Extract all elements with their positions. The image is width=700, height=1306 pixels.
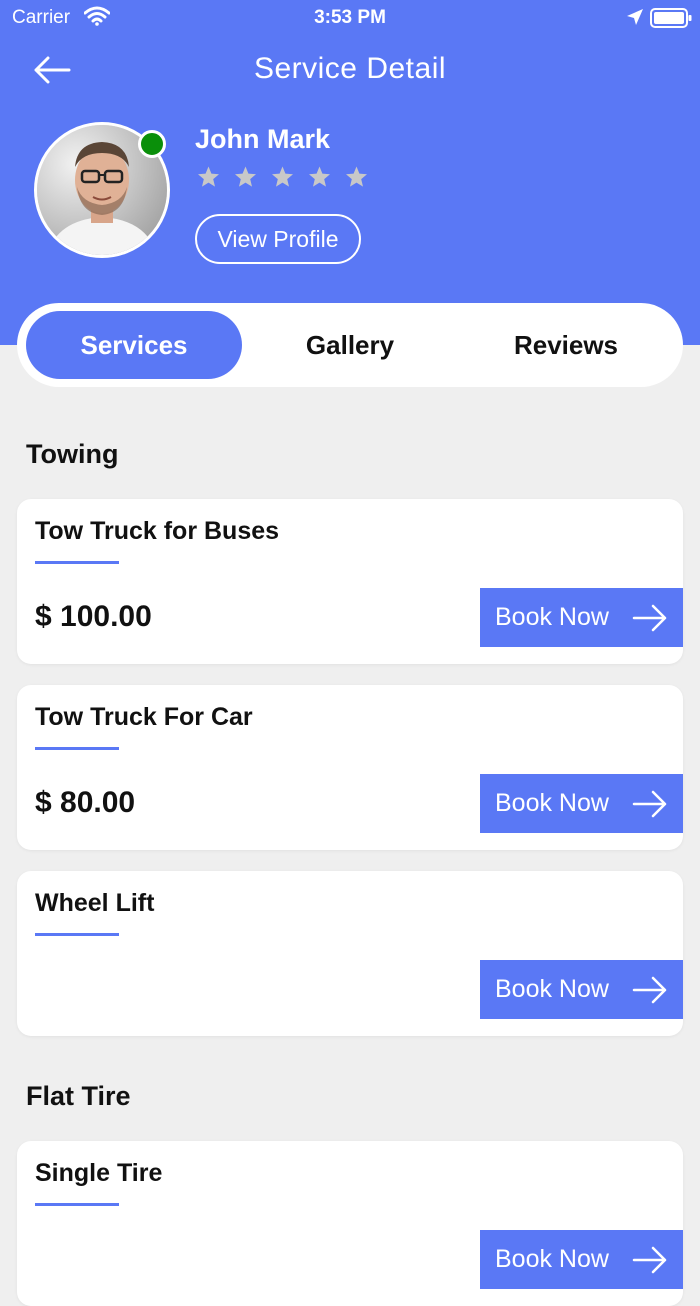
book-now-label: Book Now bbox=[495, 1245, 609, 1273]
provider-name: John Mark bbox=[195, 124, 331, 154]
title-underline bbox=[35, 1203, 119, 1206]
book-now-label: Book Now bbox=[495, 789, 609, 817]
status-bar: Carrier 3:53 PM bbox=[0, 0, 700, 36]
book-now-button[interactable]: Book Now bbox=[480, 774, 683, 833]
tab-gallery[interactable]: Gallery bbox=[242, 311, 458, 379]
star-icon bbox=[198, 166, 219, 187]
service-card: Tow Truck for Buses $ 100.00 Book Now bbox=[17, 499, 683, 664]
arrow-right-icon bbox=[632, 790, 667, 818]
arrow-right-icon bbox=[632, 604, 667, 632]
service-name: Tow Truck For Car bbox=[35, 703, 253, 731]
tab-services[interactable]: Services bbox=[26, 311, 242, 379]
section-title-flat-tire: Flat Tire bbox=[26, 1081, 131, 1111]
clock: 3:53 PM bbox=[314, 7, 386, 28]
service-card: Wheel Lift Book Now bbox=[17, 871, 683, 1036]
section-title-towing: Towing bbox=[26, 439, 119, 469]
page-title: Service Detail bbox=[253, 52, 447, 85]
book-now-label: Book Now bbox=[495, 603, 609, 631]
service-name: Tow Truck for Buses bbox=[35, 517, 280, 545]
online-status-indicator bbox=[138, 130, 166, 158]
title-underline bbox=[35, 561, 119, 564]
view-profile-button[interactable]: View Profile bbox=[195, 214, 361, 264]
battery-icon bbox=[650, 8, 692, 34]
service-name: Single Tire bbox=[35, 1159, 163, 1187]
book-now-button[interactable]: Book Now bbox=[480, 1230, 683, 1289]
service-name: Wheel Lift bbox=[35, 889, 155, 917]
arrow-right-icon bbox=[632, 976, 667, 1004]
title-underline bbox=[35, 933, 119, 936]
avatar bbox=[34, 122, 170, 258]
star-icon bbox=[272, 166, 293, 187]
tab-bar: Services Gallery Reviews bbox=[17, 303, 683, 387]
book-now-button[interactable]: Book Now bbox=[480, 960, 683, 1019]
header: Carrier 3:53 PM Service Detail John Mark… bbox=[0, 0, 700, 345]
arrow-right-icon bbox=[632, 1246, 667, 1274]
service-price: $ 100.00 bbox=[35, 600, 152, 633]
service-card: Single Tire Book Now bbox=[17, 1141, 683, 1306]
tab-reviews[interactable]: Reviews bbox=[458, 311, 674, 379]
location-arrow-icon bbox=[626, 8, 644, 32]
title-underline bbox=[35, 747, 119, 750]
star-icon bbox=[346, 166, 367, 187]
book-now-label: Book Now bbox=[495, 975, 609, 1003]
star-icon bbox=[309, 166, 330, 187]
book-now-button[interactable]: Book Now bbox=[480, 588, 683, 647]
service-price: $ 80.00 bbox=[35, 786, 136, 819]
rating-stars bbox=[196, 165, 369, 189]
service-card: Tow Truck For Car $ 80.00 Book Now bbox=[17, 685, 683, 850]
star-icon bbox=[235, 166, 256, 187]
